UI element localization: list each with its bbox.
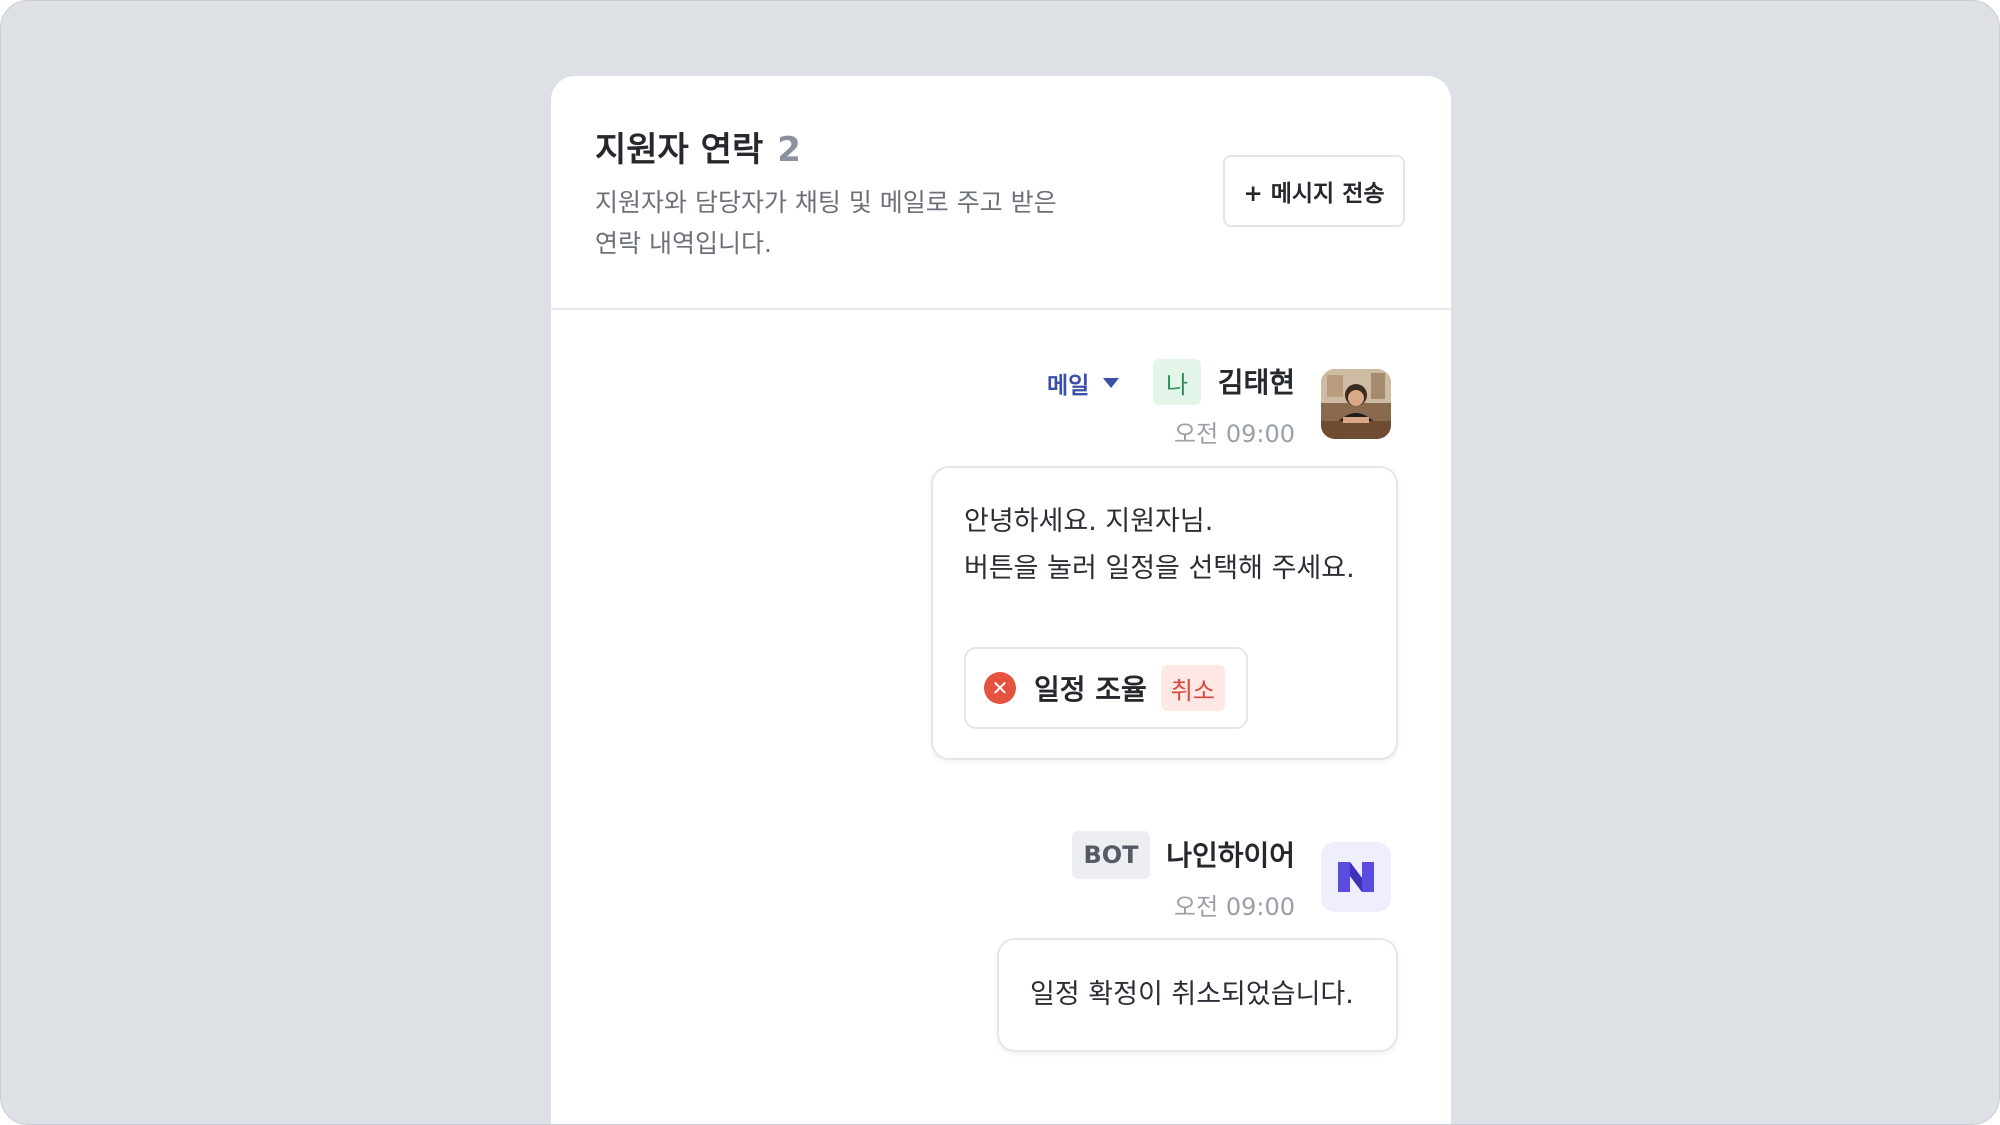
- me-badge: 나: [1153, 359, 1201, 405]
- message-time: 오전 09:00: [1174, 893, 1295, 921]
- bot-badge: BOT: [1072, 831, 1150, 879]
- message-count: 2: [777, 130, 801, 170]
- schedule-button[interactable]: ✕ 일정 조율 취소: [964, 647, 1248, 729]
- schedule-label: 일정 조율: [1034, 673, 1147, 706]
- status-badge: 취소: [1160, 665, 1225, 711]
- message-time: 오전 09:00: [1174, 420, 1295, 448]
- panel-description-line: 연락 내역입니다.: [595, 229, 772, 258]
- caret-down-icon: [1103, 378, 1120, 388]
- message-body: 안녕하세요. 지원자님. 버튼을 눌러 일정을 선택해 주세요.: [964, 498, 1355, 592]
- panel-description-line: 지원자와 담당자가 채팅 및 메일로 주고 받은: [595, 188, 1057, 217]
- app-background: 지원자 연락 2 지원자와 담당자가 채팅 및 메일로 주고 받은 연락 내역입니…: [0, 0, 2000, 1125]
- panel-title: 지원자 연락 2: [595, 122, 801, 171]
- send-message-button[interactable]: + 메시지 전송: [1223, 155, 1405, 227]
- message-bubble: 안녕하세요. 지원자님. 버튼을 눌러 일정을 선택해 주세요. ✕ 일정 조율…: [931, 466, 1398, 760]
- panel-header: 지원자 연락 2 지원자와 담당자가 채팅 및 메일로 주고 받은 연락 내역입니…: [551, 76, 1451, 310]
- ninehire-logo-icon: [1338, 862, 1374, 892]
- message-line: 버튼을 눌러 일정을 선택해 주세요.: [964, 553, 1355, 584]
- message-bubble: 일정 확정이 취소되었습니다.: [997, 938, 1398, 1052]
- panel-title-text: 지원자 연락: [595, 130, 764, 170]
- x-circle-icon: ✕: [984, 672, 1016, 704]
- message-line: 일정 확정이 취소되었습니다.: [1030, 979, 1354, 1010]
- sender-name: 나인하이어: [1166, 839, 1295, 872]
- panel-description: 지원자와 담당자가 채팅 및 메일로 주고 받은 연락 내역입니다.: [595, 182, 1115, 264]
- avatar: [1321, 369, 1391, 439]
- sender-name: 김태현: [1217, 366, 1295, 399]
- channel-dropdown[interactable]: 메일: [1047, 366, 1120, 400]
- channel-label: 메일: [1047, 373, 1090, 399]
- message-line: 안녕하세요. 지원자님.: [964, 506, 1214, 537]
- user-photo-icon: [1321, 369, 1391, 439]
- avatar: [1321, 842, 1391, 912]
- applicant-contact-panel: 지원자 연락 2 지원자와 담당자가 채팅 및 메일로 주고 받은 연락 내역입니…: [551, 76, 1451, 1124]
